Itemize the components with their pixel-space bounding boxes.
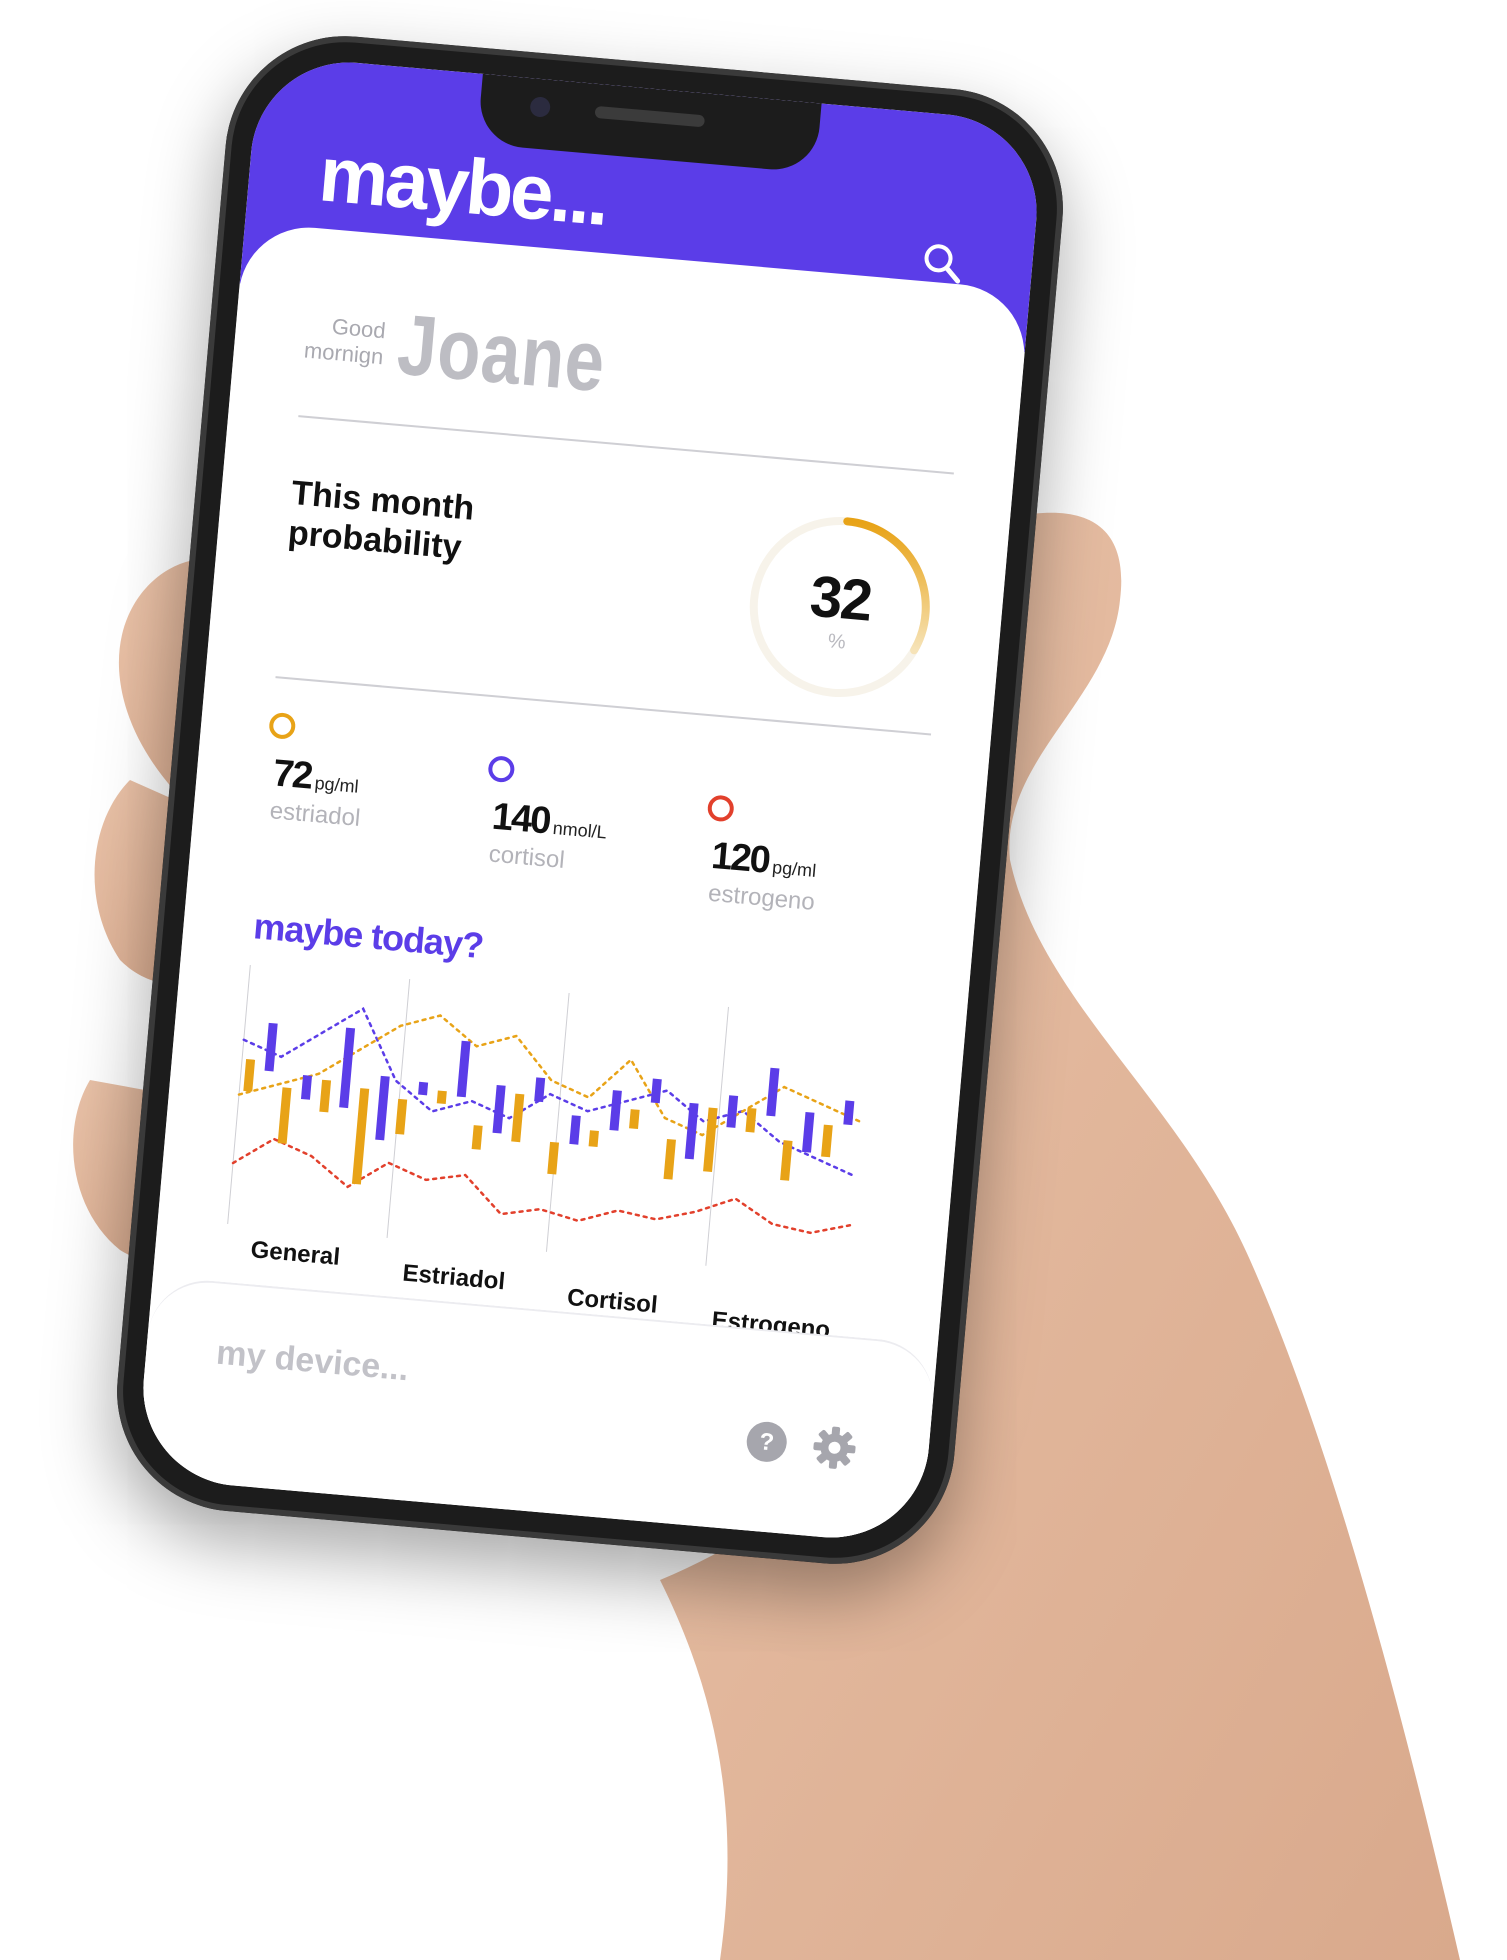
chart-bar xyxy=(351,1088,370,1185)
chart-bar xyxy=(471,1125,483,1150)
chart-bar xyxy=(436,1090,447,1104)
chart-bar xyxy=(492,1084,506,1134)
chart-bar xyxy=(277,1087,292,1144)
metric-value: 140 xyxy=(490,795,552,843)
chart-title: maybe today? xyxy=(251,905,485,967)
metric-value: 120 xyxy=(709,834,771,882)
metric-estrogeno[interactable]: 120pg/ml estrogeno xyxy=(706,794,823,917)
chart-category-label[interactable]: General xyxy=(250,1236,341,1272)
greeting-salutation: Good mornign xyxy=(303,313,387,369)
chart-category-label[interactable]: Estriadol xyxy=(401,1260,507,1297)
chart-bar xyxy=(843,1100,855,1126)
chart-bar xyxy=(243,1059,256,1092)
hormone-chart[interactable] xyxy=(218,964,878,1279)
probability-gauge: 32 % xyxy=(731,499,948,716)
chart-bar xyxy=(780,1140,793,1181)
search-icon xyxy=(924,244,961,284)
chart-bar xyxy=(456,1040,471,1098)
metric-unit: pg/ml xyxy=(313,772,360,797)
chart-bar xyxy=(703,1107,718,1173)
chart-bar xyxy=(802,1111,815,1153)
chart-bar xyxy=(264,1022,278,1072)
chart-bar xyxy=(588,1130,599,1147)
probability-title: This month probability xyxy=(286,473,476,567)
chart-bar xyxy=(663,1139,676,1180)
metric-estriadol[interactable]: 72pg/ml estriadol xyxy=(268,711,369,833)
cortisol-dot-icon xyxy=(487,755,516,784)
chart-bar xyxy=(569,1115,581,1145)
chart-bar xyxy=(650,1078,662,1104)
chart-bar xyxy=(511,1093,525,1143)
divider xyxy=(298,415,954,475)
settings-button[interactable] xyxy=(808,1422,860,1474)
greeting: Good mornign Joane xyxy=(301,288,655,417)
user-name: Joane xyxy=(394,296,610,411)
phone-device: maybe... Good mornign Joane This month p… xyxy=(107,26,1073,1574)
estrogeno-dot-icon xyxy=(706,794,735,823)
chart-bar xyxy=(821,1124,833,1158)
chart-gridline xyxy=(864,1020,878,1279)
metric-name: estriadol xyxy=(268,797,362,832)
metric-unit: nmol/L xyxy=(551,817,608,843)
my-device-link[interactable]: my device... xyxy=(215,1334,410,1390)
speaker-grille xyxy=(594,105,706,128)
chart-bar xyxy=(375,1075,390,1141)
chart-line-2 xyxy=(231,1137,852,1235)
chart-bar xyxy=(629,1109,640,1130)
metric-unit: pg/ml xyxy=(771,857,817,881)
footer-actions: ? xyxy=(741,1416,861,1474)
chart-bar xyxy=(726,1095,739,1128)
app-screen: maybe... Good mornign Joane This month p… xyxy=(135,54,1045,1546)
help-button[interactable]: ? xyxy=(741,1416,793,1468)
svg-text:?: ? xyxy=(758,1428,775,1456)
gear-icon xyxy=(813,1426,856,1469)
metric-value: 72 xyxy=(271,752,314,798)
metric-cortisol[interactable]: 140nmol/L cortisol xyxy=(487,755,613,879)
chart-bar xyxy=(395,1098,408,1135)
chart-bar xyxy=(339,1027,356,1109)
estriadol-dot-icon xyxy=(268,711,297,740)
chart-bar xyxy=(609,1090,622,1131)
chart-bar xyxy=(547,1141,560,1175)
help-icon: ? xyxy=(746,1421,787,1462)
camera-icon xyxy=(529,96,552,118)
dashboard-card: Good mornign Joane This month probabilit… xyxy=(135,221,1031,1546)
chart-bar xyxy=(319,1079,332,1113)
chart-bar xyxy=(745,1107,757,1133)
chart-bar xyxy=(418,1081,429,1096)
